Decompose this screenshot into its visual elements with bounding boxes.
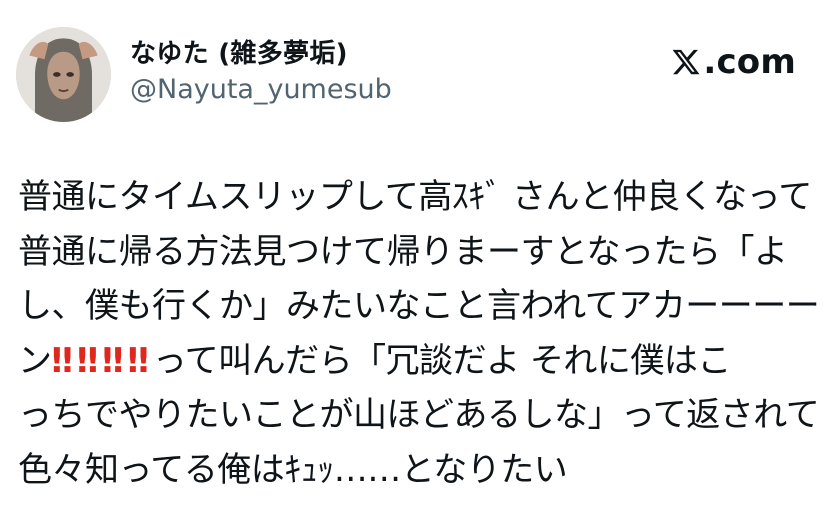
avatar-image — [16, 27, 111, 122]
tweet-text-segment: って叫んだら「冗談だよ それに僕はこ — [152, 340, 732, 381]
tweet-line: し、僕も行くか」みたいなこと言われてアカーーーー — [18, 286, 820, 326]
double-exclamation-icon: ‼ — [51, 340, 73, 381]
double-exclamation-icon: ‼ — [102, 340, 123, 381]
double-exclamation-icon: ‼ — [127, 340, 148, 381]
source-text: .com — [703, 42, 796, 82]
tweet-line: 色々知ってる俺はｷｭｯ……となりたい — [18, 449, 568, 490]
x-logo-icon — [672, 49, 700, 75]
avatar[interactable] — [16, 27, 111, 122]
tweet-header: なゆた (雑多夢垢) @Nayuta_yumesub .com — [0, 0, 828, 140]
display-name[interactable]: なゆた (雑多夢垢) — [130, 33, 348, 70]
tweet-text: 普通にタイムスリップして高ｽｷﾞ さんと仲良くなって 普通に帰る方法見つけて帰り… — [18, 170, 820, 497]
tweet-line: 普通にタイムスリップして高ｽｷﾞ さんと仲良くなって — [18, 177, 812, 217]
tweet-line: 普通に帰る方法見つけて帰りまーすとなったら「よ — [18, 231, 788, 272]
source-logo: .com — [671, 42, 796, 82]
double-exclamation-icon: ‼ — [76, 340, 98, 381]
tweet-text-segment: ン — [18, 340, 52, 381]
tweet-line: っちでやりたいことが山ほどあるしな」って返されて — [18, 395, 820, 435]
tweet-line: ン‼ ‼ ‼ ‼ って叫んだら「冗談だよ それに僕はこ — [18, 334, 818, 389]
user-handle[interactable]: @Nayuta_yumesub — [130, 74, 392, 105]
